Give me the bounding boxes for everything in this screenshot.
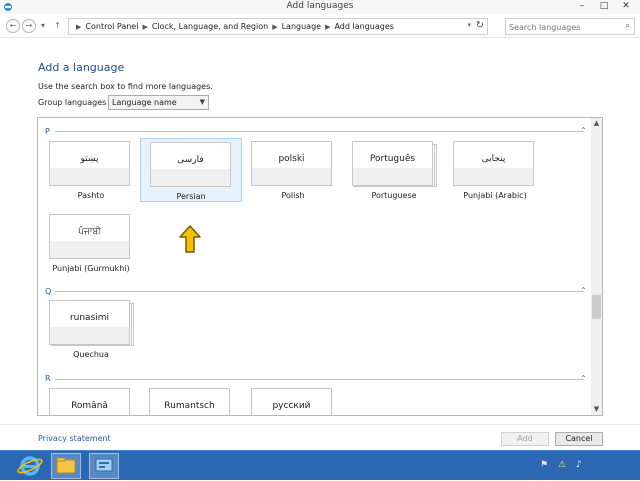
title-bar: Add languages – □ ✕ (0, 0, 640, 14)
network-icon[interactable]: ⚠ (558, 460, 566, 470)
maximize-button[interactable]: □ (594, 0, 614, 14)
scroll-down-icon[interactable]: ▼ (591, 404, 602, 415)
close-button[interactable]: ✕ (616, 0, 636, 14)
language-tile-persian[interactable]: فارسی Persian (140, 138, 242, 202)
collapse-group-icon[interactable]: ⌃ (580, 127, 587, 135)
cancel-button[interactable]: Cancel (555, 432, 603, 446)
group-header-q: Q (45, 287, 52, 296)
page-title: Add a language (38, 61, 125, 74)
add-languages-window: Add languages – □ ✕ ← → ▾ ↑ ▶ Control Pan… (0, 0, 640, 450)
crumb-clock-language-region[interactable]: Clock, Language, and Region (152, 22, 268, 31)
taskbar: ⚑ ⚠ ♪ (0, 450, 640, 480)
up-button[interactable]: ↑ (54, 18, 61, 33)
language-card: فارسی (150, 142, 231, 187)
action-center-flag-icon[interactable]: ⚑ (540, 460, 548, 470)
crumb-separator-icon: ▶ (142, 23, 148, 31)
search-hint: Use the search box to find more language… (38, 82, 213, 91)
language-tile-romana[interactable]: Română (40, 385, 142, 415)
group-by-value: Language name (112, 98, 177, 107)
language-tile-polish[interactable]: polski Polish (242, 138, 344, 202)
address-bar[interactable]: ▶ Control Panel ▶ Clock, Language, and Regi… (68, 18, 488, 35)
group-header-p: P (45, 127, 50, 136)
language-card: runasimi (49, 300, 130, 345)
chevron-down-icon: ▼ (199, 98, 205, 106)
group-divider (55, 131, 584, 132)
language-card: polski (251, 141, 332, 186)
up-arrow-annotation-icon (179, 225, 201, 253)
file-explorer-taskbar-button[interactable] (51, 453, 81, 479)
footer-bar: Privacy statement Add Cancel (0, 424, 640, 450)
language-name: Quechua (73, 350, 109, 359)
scroll-up-icon[interactable]: ▲ (591, 118, 602, 129)
folder-icon (56, 457, 76, 474)
crumb-add-languages[interactable]: Add languages (334, 22, 393, 31)
native-name: русский (272, 401, 311, 411)
minimize-button[interactable]: – (572, 0, 592, 14)
native-name: پنجابی (481, 154, 506, 164)
native-name: ਪੰਜਾਬੀ (78, 227, 101, 237)
native-name: پښتو (80, 154, 99, 164)
collapse-group-icon[interactable]: ⌃ (580, 287, 587, 295)
window-title: Add languages (286, 1, 354, 11)
language-name: Punjabi (Arabic) (463, 191, 527, 200)
back-button[interactable]: ← (6, 19, 20, 33)
native-name: Română (71, 401, 108, 411)
search-input[interactable] (509, 22, 617, 32)
address-dropdown-icon[interactable]: ▾ (467, 21, 471, 29)
language-name: Polish (281, 191, 305, 200)
crumb-separator-icon: ▶ (76, 23, 82, 31)
forward-button[interactable]: → (22, 19, 36, 33)
search-icon[interactable]: ⌕ (625, 21, 630, 31)
crumb-language[interactable]: Language (282, 22, 321, 31)
language-card: Română (49, 388, 130, 415)
language-card: Português (352, 141, 433, 186)
language-tile-quechua[interactable]: runasimi Quechua (40, 297, 142, 361)
group-divider (55, 379, 584, 380)
language-card: ਪੰਜਾਬੀ (49, 214, 130, 259)
control-panel-icon (95, 458, 113, 472)
crumb-separator-icon: ▶ (325, 23, 331, 31)
search-box[interactable]: ⌕ (505, 18, 635, 35)
language-name: Persian (176, 192, 206, 201)
native-name: Rumantsch (164, 401, 215, 411)
group-by-select[interactable]: Language name ▼ (108, 95, 209, 110)
language-tile-punjabi-gurmukhi[interactable]: ਪੰਜਾਬੀ Punjabi (Gurmukhi) (40, 211, 142, 275)
language-card: پښتو (49, 141, 130, 186)
vertical-scrollbar[interactable]: ▲ ▼ (591, 118, 602, 415)
scroll-thumb[interactable] (592, 295, 601, 319)
crumb-separator-icon: ▶ (272, 23, 278, 31)
native-name: فارسی (177, 155, 204, 165)
language-tile-pashto[interactable]: پښتو Pashto (40, 138, 142, 202)
crumb-control-panel[interactable]: Control Panel (85, 22, 138, 31)
recent-pages-button[interactable]: ▾ (41, 18, 45, 33)
language-name: Pashto (77, 191, 105, 200)
address-row: ← → ▾ ↑ ▶ Control Panel ▶ Clock, Language, … (0, 14, 640, 38)
volume-icon[interactable]: ♪ (576, 460, 582, 470)
control-panel-taskbar-button[interactable] (89, 453, 119, 479)
add-button[interactable]: Add (501, 432, 549, 446)
native-name: Português (369, 154, 416, 164)
refresh-icon[interactable]: ↻ (476, 20, 484, 31)
internet-explorer-taskbar-button[interactable] (15, 453, 45, 479)
native-name: polski (278, 154, 305, 164)
language-card: پنجابی (453, 141, 534, 186)
language-tile-rumantsch[interactable]: Rumantsch (140, 385, 242, 415)
language-name: Punjabi (Gurmukhi) (52, 264, 130, 273)
internet-explorer-icon (17, 456, 43, 476)
breadcrumb: ▶ Control Panel ▶ Clock, Language, and Regi… (72, 22, 394, 31)
native-name: runasimi (69, 313, 110, 323)
collapse-group-icon[interactable]: ⌃ (580, 375, 587, 383)
language-list[interactable]: P ⌃ پښتو Pashto فارسی Persian polski Pol… (37, 117, 603, 416)
group-divider (55, 291, 584, 292)
language-card: русский (251, 388, 332, 415)
language-tile-portuguese[interactable]: Português Portuguese (343, 138, 445, 202)
language-tile-russian[interactable]: русский (242, 385, 344, 415)
language-tile-punjabi-arabic[interactable]: پنجابی Punjabi (Arabic) (444, 138, 546, 202)
language-card: Rumantsch (149, 388, 230, 415)
group-header-r: R (45, 374, 51, 383)
language-name: Portuguese (371, 191, 417, 200)
privacy-statement-link[interactable]: Privacy statement (38, 434, 111, 443)
